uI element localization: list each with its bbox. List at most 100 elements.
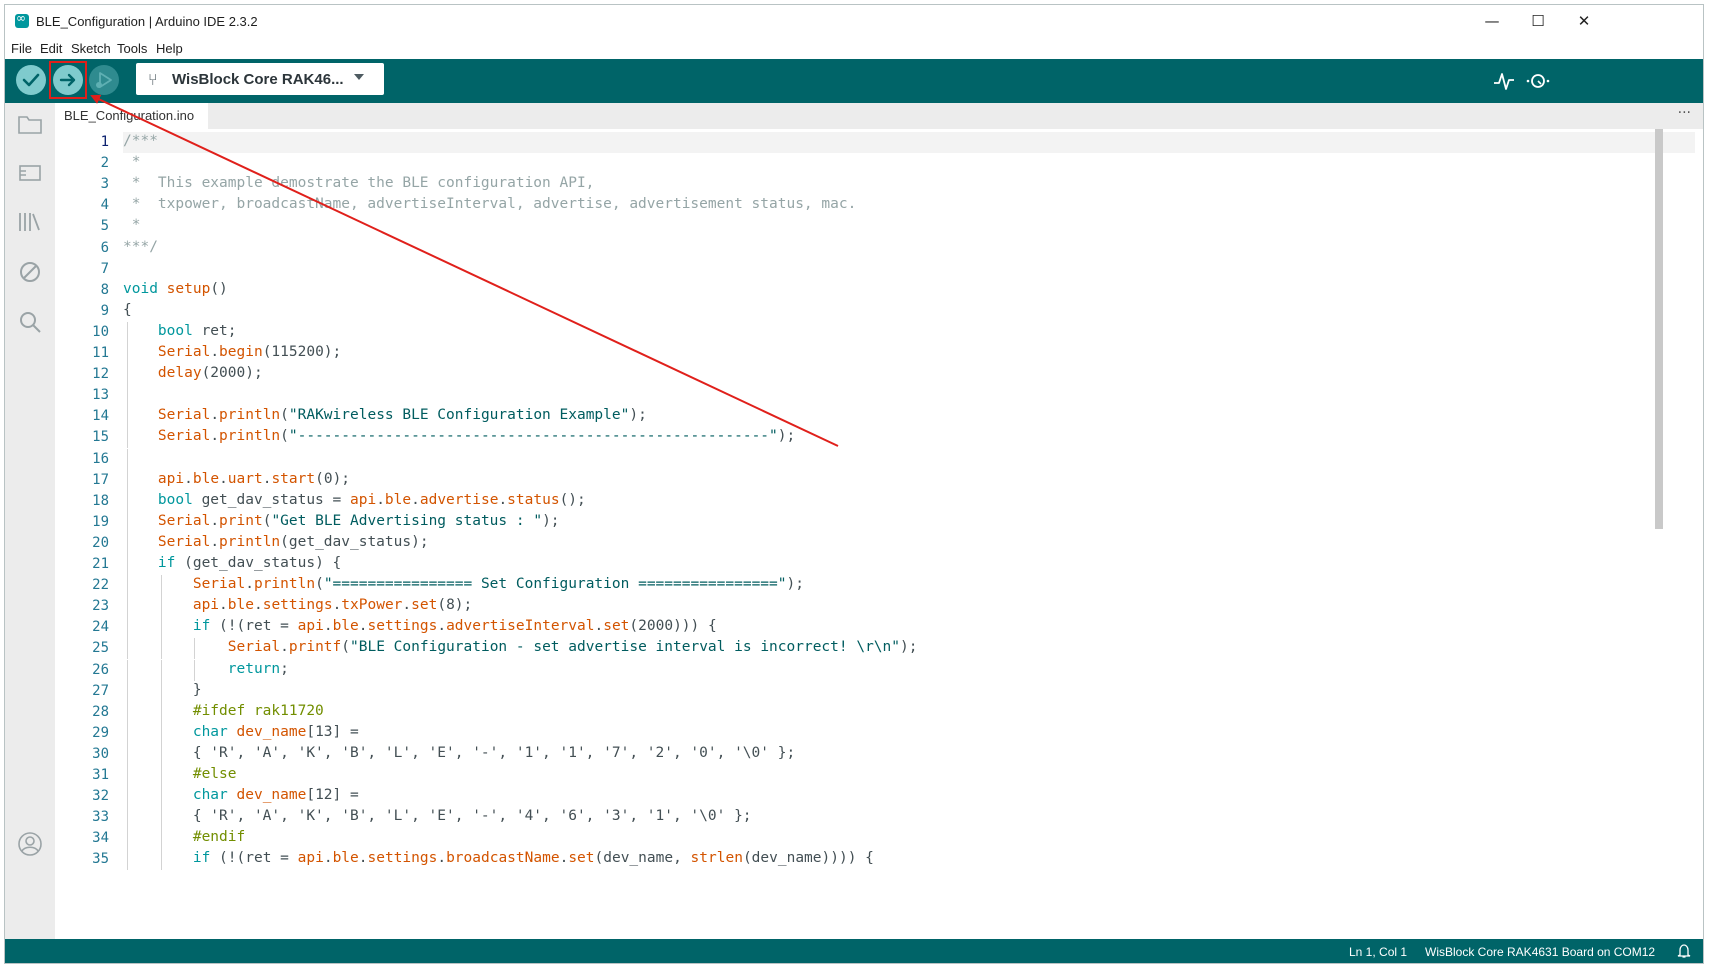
line-number: 11 [92,345,109,361]
code-token: ble [332,618,359,635]
notifications-button[interactable] [1677,943,1691,959]
status-bar: Ln 1, Col 1 WisBlock Core RAK4631 Board … [5,939,1703,963]
line-number: 32 [92,788,109,805]
line-number: 16 [92,450,109,467]
code-token: set [411,597,438,614]
line-number: 7 [100,260,109,277]
boards-icon [19,165,41,181]
code-token: if [157,555,176,571]
menu-help[interactable]: Help [156,41,183,56]
code-token: Serial [192,576,246,593]
code-token: ( [280,428,289,445]
indent-guide [127,490,128,512]
menu-bar: File Edit Sketch Tools Help [5,37,1703,59]
line-number: 19 [92,513,109,530]
tab-ble-configuration[interactable]: BLE_Configuration.ino [55,103,209,129]
code-line: bool get_dav_status = api.ble.advertise.… [123,492,586,508]
code-token: char [192,723,228,740]
indent-guide [127,617,128,639]
verify-button[interactable] [16,65,46,95]
code-token: { [123,301,132,318]
code-editor[interactable]: 1 /*** 2 * 3 * This example demostrate the … [55,129,1703,939]
library-icon [19,213,40,231]
line-number: 23 [92,598,109,615]
code-token: . [437,850,447,867]
code-line: api.ble.settings.txPower.set(8); [123,597,472,613]
code-token: ble [332,850,359,867]
code-token: settings [367,618,438,635]
code-token: get_dav_status = [192,491,350,508]
indent-guide [160,575,162,597]
serial-plotter-button[interactable] [1492,69,1518,93]
code-token: Serial [227,639,281,656]
code-token: ; [280,660,289,677]
search-sidebar-button[interactable] [17,309,43,335]
menu-tools[interactable]: Tools [117,41,147,56]
boards-manager-button[interactable] [17,159,43,185]
code-token: (); [559,491,586,508]
code-token: (115200); [262,344,342,360]
menu-sketch[interactable]: Sketch [71,41,111,56]
menu-file[interactable]: File [11,41,32,56]
account-button[interactable] [17,831,43,857]
code-line: return; [123,661,289,677]
serial-monitor-button[interactable] [1525,69,1551,93]
line-number: 26 [92,661,109,678]
code-token: . [323,850,333,867]
code-token: (2000); [201,365,263,382]
line-number: 28 [92,703,109,720]
code-token: (dev_name)))) { [742,850,874,867]
code-token: Serial [157,533,211,550]
debug-sidebar-button[interactable] [17,259,43,285]
menu-edit[interactable]: Edit [40,41,62,56]
code-line: api.ble.uart.start(0); [123,471,350,487]
indent-guide [160,722,162,744]
code-token: . [210,512,220,529]
minimize-button[interactable]: — [1469,5,1515,37]
account-icon [18,832,42,856]
code-token: return [227,660,281,677]
checkmark-icon [22,73,40,87]
line-number: 25 [92,640,109,657]
more-actions-button[interactable]: ··· [1678,105,1691,121]
debug-button[interactable] [89,65,119,95]
code-line: char dev_name[13] = [123,724,359,740]
line-number: 13 [92,387,109,404]
line-number: 18 [92,492,109,509]
code-token: txPower [341,597,403,614]
close-button[interactable]: ✕ [1561,5,1607,37]
code-token: println [219,533,281,550]
library-manager-button[interactable] [17,209,43,235]
code-line: * [123,154,141,170]
status-board-port[interactable]: WisBlock Core RAK4631 Board on COM12 [1425,945,1655,959]
maximize-button[interactable]: ☐ [1515,5,1561,37]
usb-icon: ⑂ [148,70,158,89]
code-token: . [594,618,604,635]
code-line: Serial.println("RAKwireless BLE Configur… [123,407,647,423]
code-line: bool ret; [123,323,237,339]
indent-guide [127,469,128,491]
sketchbook-button[interactable] [17,111,43,137]
code-token: ); [900,639,918,656]
board-selector[interactable]: ⑂ WisBlock Core RAK46... [136,63,384,95]
code-token: Serial [157,344,211,360]
indent-guide [194,659,196,681]
editor-scrollbar[interactable] [1655,129,1663,529]
debug-disabled-icon [20,262,40,282]
cursor-position[interactable]: Ln 1, Col 1 [1349,945,1407,959]
debug-play-icon [96,72,112,88]
indent-guide [127,807,128,829]
upload-highlight-box [49,61,87,99]
code-token: . [498,491,508,508]
code-line: { 'R', 'A', 'K', 'B', 'L', 'E', '-', '1'… [123,745,795,761]
code-token: printf [288,639,342,656]
indent-guide [160,786,162,808]
code-token: { 'R', 'A', 'K', 'B', 'L', 'E', '-', '4'… [123,808,752,825]
line-number: 3 [100,176,109,193]
